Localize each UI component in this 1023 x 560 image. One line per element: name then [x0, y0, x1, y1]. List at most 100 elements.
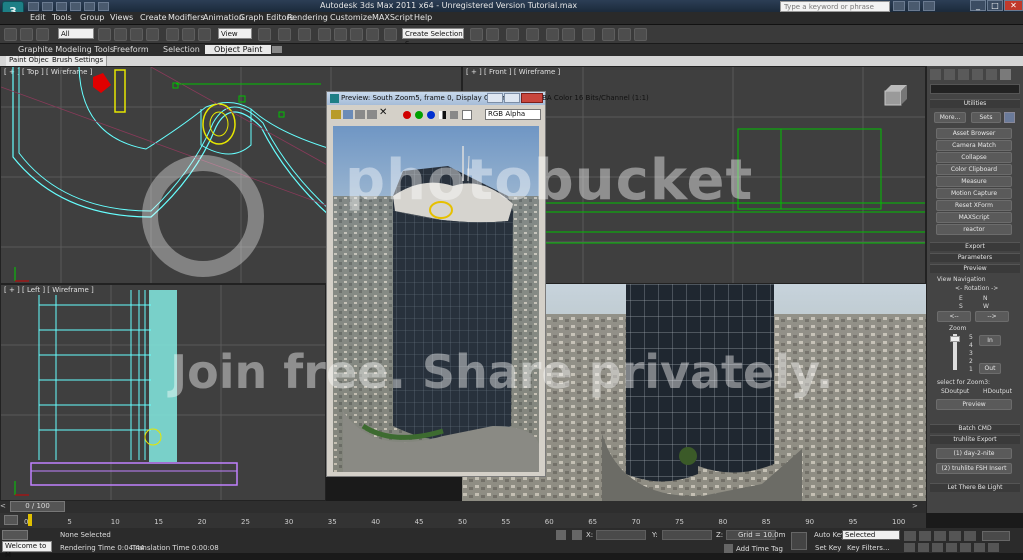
copy-image-icon[interactable] [355, 110, 365, 119]
rotate-left-button[interactable]: <-- [937, 311, 971, 322]
truhlite-export-rollout-header[interactable]: truhlite Export [930, 435, 1020, 444]
time-tag-icon[interactable] [724, 544, 733, 553]
preview-maximize-button[interactable] [504, 93, 520, 103]
key-mode-dropdown[interactable]: Selected [842, 530, 900, 540]
undo-icon[interactable] [70, 2, 81, 11]
pan-icon[interactable] [960, 543, 971, 552]
redo-icon[interactable] [84, 2, 95, 11]
spinner-snap-icon[interactable] [366, 28, 379, 41]
save-file-icon[interactable] [56, 2, 67, 11]
sdoutput-radio[interactable]: SDoutput [941, 388, 969, 395]
collapse-button[interactable]: Collapse [936, 152, 1012, 163]
zoom-all-icon[interactable] [918, 543, 929, 552]
select-object-icon[interactable] [98, 28, 111, 41]
help-search-input[interactable]: Type a keyword or phrase [780, 1, 890, 12]
align-icon[interactable] [486, 28, 499, 41]
let-there-be-light-rollout-header[interactable]: Let There Be Light [930, 483, 1020, 492]
percent-snap-icon[interactable] [350, 28, 363, 41]
zoom-slider-thumb[interactable] [950, 336, 960, 342]
sets-button[interactable]: Sets [971, 112, 1001, 123]
timeline-prev-icon[interactable]: < [0, 502, 9, 511]
configure-sets-icon[interactable] [1004, 112, 1015, 123]
tab-freeform[interactable]: Freeform [113, 45, 149, 54]
subtab-brush-settings[interactable]: Brush Settings [49, 56, 108, 66]
star-icon[interactable] [908, 1, 920, 11]
background-color-swatch[interactable] [462, 110, 472, 120]
measure-button[interactable]: Measure [936, 176, 1012, 187]
utilities-rollout-header[interactable]: Utilities [930, 99, 1020, 108]
red-channel-icon[interactable] [403, 111, 411, 119]
tab-object-paint[interactable]: Object Paint [205, 45, 272, 54]
timeline-next-icon[interactable]: > [912, 502, 921, 511]
utilities-tab-icon[interactable] [1000, 69, 1011, 80]
orbit-icon[interactable] [974, 543, 985, 552]
menu-help[interactable]: Help [414, 13, 432, 22]
menu-tools[interactable]: Tools [52, 13, 72, 22]
open-file-icon[interactable] [42, 2, 53, 11]
compass-n-radio[interactable]: N [983, 295, 988, 302]
render-production-icon[interactable] [634, 28, 647, 41]
tab-graphite-modeling-tools[interactable]: Graphite Modeling Tools [18, 45, 114, 54]
menu-group[interactable]: Group [80, 13, 104, 22]
display-tab-icon[interactable] [986, 69, 997, 80]
snaps-toggle-icon[interactable] [318, 28, 331, 41]
y-coordinate-field[interactable] [662, 530, 712, 540]
color-clipboard-button[interactable]: Color Clipboard [936, 164, 1012, 175]
alpha-channel-icon[interactable] [439, 111, 446, 119]
go-to-start-icon[interactable] [904, 531, 916, 541]
channel-display-dropdown[interactable]: RGB Alpha [485, 109, 541, 120]
time-slider[interactable]: 0 / 100 < > [0, 501, 926, 513]
save-image-icon[interactable] [331, 110, 341, 119]
add-time-tag-button[interactable]: Add Time Tag [736, 545, 783, 553]
reactor-button[interactable]: reactor [936, 224, 1012, 235]
parameters-rollout-header[interactable]: Parameters [930, 253, 1020, 262]
minimize-button[interactable]: _ [970, 0, 986, 11]
preview-close-button[interactable] [521, 93, 543, 103]
maxscript-mini-icon[interactable] [2, 530, 28, 540]
layer-manager-icon[interactable] [506, 28, 519, 41]
play-icon[interactable] [934, 531, 946, 541]
tab-selection[interactable]: Selection [163, 45, 200, 54]
help-icon[interactable] [923, 1, 935, 11]
mirror-icon[interactable] [470, 28, 483, 41]
export-rollout-header[interactable]: Export [930, 242, 1020, 251]
select-manipulate-icon[interactable] [278, 28, 291, 41]
go-to-end-icon[interactable] [964, 531, 976, 541]
menu-maxscript[interactable]: MAXScript [372, 13, 413, 22]
keyboard-shortcut-icon[interactable] [298, 28, 311, 41]
search-icon[interactable] [893, 1, 905, 11]
current-frame-field[interactable] [982, 531, 1010, 541]
create-tab-icon[interactable] [930, 69, 941, 80]
maxscript-button[interactable]: MAXScript [936, 212, 1012, 223]
compass-s-radio[interactable]: S [959, 303, 963, 310]
hdoutput-radio[interactable]: HDoutput [983, 388, 1012, 395]
more-button[interactable]: More... [934, 112, 966, 123]
green-channel-icon[interactable] [415, 111, 423, 119]
zoom-extents-icon[interactable] [932, 543, 943, 552]
zoom-out-button[interactable]: Out [979, 363, 1001, 374]
key-filters-button[interactable]: Key Filters... [847, 544, 890, 552]
menu-modifiers[interactable]: Modifiers [168, 13, 205, 22]
pivot-center-icon[interactable] [258, 28, 271, 41]
close-button[interactable]: ✕ [1004, 0, 1023, 11]
rotate-right-button[interactable]: --> [975, 311, 1009, 322]
compass-e-radio[interactable]: E [959, 295, 963, 302]
maximize-button[interactable]: □ [987, 0, 1003, 11]
object-name-field[interactable] [930, 84, 1020, 94]
asset-browser-button[interactable]: Asset Browser [936, 128, 1012, 139]
motion-capture-button[interactable]: Motion Capture [936, 188, 1012, 199]
selection-filter-dropdown[interactable]: All [58, 28, 94, 39]
angle-snap-icon[interactable] [334, 28, 347, 41]
lock-selection-icon[interactable] [556, 530, 566, 540]
day-2-nite-button[interactable]: (1) day-2-nite [936, 448, 1012, 459]
compass-w-radio[interactable]: W [983, 303, 989, 310]
blue-channel-icon[interactable] [427, 111, 435, 119]
link-icon[interactable] [36, 28, 49, 41]
preview-minimize-button[interactable] [487, 93, 503, 103]
auto-key-button[interactable]: Auto Key [814, 531, 845, 539]
render-setup-icon[interactable] [602, 28, 615, 41]
edit-named-selection-icon[interactable] [384, 28, 397, 41]
menu-create[interactable]: Create [140, 13, 167, 22]
named-selection-dropdown[interactable]: Create Selection S [402, 28, 464, 48]
region-select-icon[interactable] [130, 28, 143, 41]
